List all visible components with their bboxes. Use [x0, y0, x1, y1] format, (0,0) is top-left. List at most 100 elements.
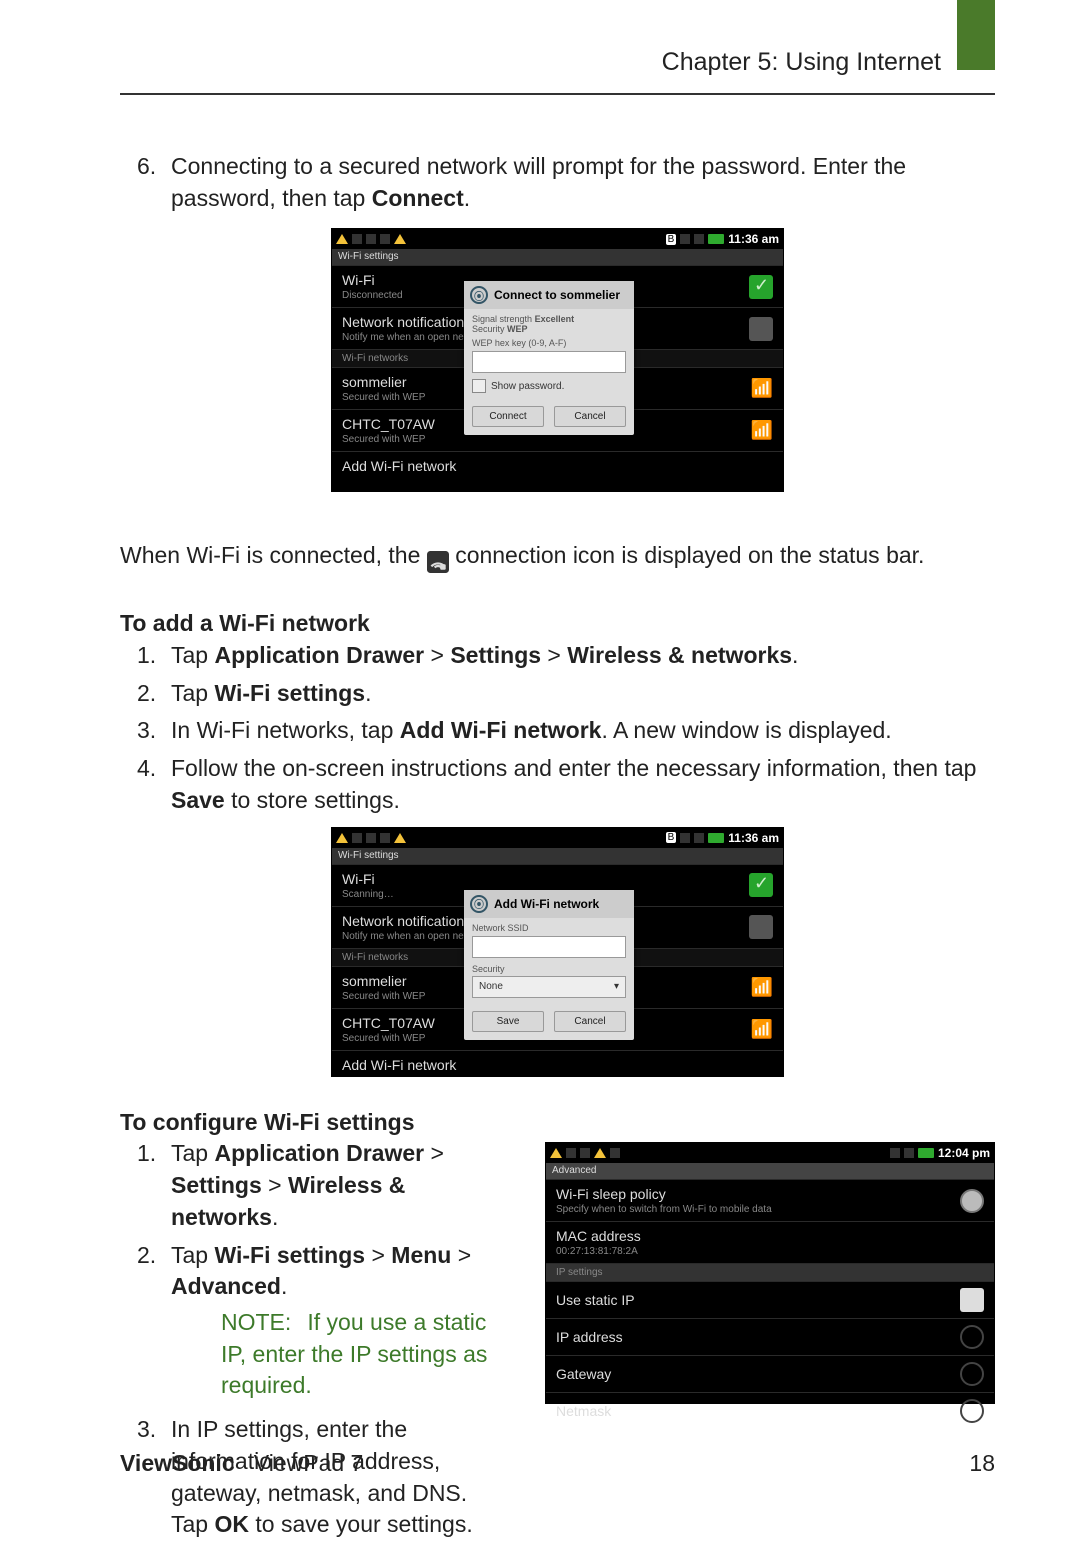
connected-sentence: When Wi-Fi is connected, the connection …	[120, 540, 995, 572]
dialog-title: Add Wi-Fi network	[494, 897, 599, 911]
checkbox-on-icon[interactable]	[749, 275, 773, 299]
step-bold: Connect	[372, 185, 464, 211]
clock: 11:36 am	[728, 831, 779, 845]
show-password-checkbox[interactable]	[472, 379, 486, 393]
more-icon	[960, 1189, 984, 1213]
ssid-input[interactable]	[472, 936, 626, 958]
netmask-row[interactable]: Netmask	[546, 1392, 994, 1429]
add-wifi-row[interactable]: Add Wi-Fi network	[332, 1050, 783, 1079]
warning-icon-2	[594, 1148, 606, 1158]
warning-icon-2	[394, 833, 406, 843]
add-wifi-heading: To add a Wi-Fi network	[120, 608, 995, 640]
add-network-dialog: ⦿ Add Wi-Fi network Network SSID Securit…	[464, 890, 634, 1040]
battery-low-icon	[610, 1148, 620, 1158]
sdcard-icon	[890, 1148, 900, 1158]
sleep-policy-row[interactable]: Wi-Fi sleep policySpecify when to switch…	[546, 1179, 994, 1221]
screen-title: Wi-Fi settings	[332, 848, 783, 864]
save-button[interactable]: Save	[472, 1011, 544, 1032]
use-static-ip-row[interactable]: Use static IP	[546, 1281, 994, 1318]
chapter-title: Chapter 5: Using Internet	[120, 48, 995, 77]
warning-icon	[336, 234, 348, 244]
screenshot-add-network-dialog: B 11:36 am Wi-Fi settings Wi-FiScanning……	[331, 827, 784, 1077]
note-label: NOTE:	[221, 1307, 301, 1339]
clock: 11:36 am	[728, 232, 779, 246]
bluetooth-icon: B	[666, 832, 677, 843]
config-step-2: 2. Tap Wi-Fi settings > Menu > Advanced.…	[137, 1240, 497, 1403]
radio-dim-icon	[960, 1399, 984, 1423]
checkbox-off-icon[interactable]	[960, 1288, 984, 1312]
battery-icon	[708, 833, 724, 843]
status-bar: B 11:36 am	[332, 828, 783, 848]
security-dropdown[interactable]: None ▾	[472, 976, 626, 998]
clock: 12:04 pm	[938, 1146, 990, 1160]
add-step-3: 3. In Wi-Fi networks, tap Add Wi-Fi netw…	[137, 715, 995, 747]
cancel-button[interactable]: Cancel	[554, 406, 626, 427]
status-bar: 12:04 pm	[546, 1143, 994, 1163]
battery-low-icon	[380, 833, 390, 843]
add-wifi-row[interactable]: Add Wi-Fi network	[332, 451, 783, 480]
step-6: 6. Connecting to a secured network will …	[120, 151, 995, 214]
page-footer: ViewSonic ViewPad 7 18	[120, 1450, 995, 1477]
battery-low-icon	[380, 234, 390, 244]
dialog-title-bar: ⦿ Connect to sommelier	[464, 281, 634, 309]
add-step-4: 4. Follow the on-screen instructions and…	[137, 753, 995, 816]
gateway-row[interactable]: Gateway	[546, 1355, 994, 1392]
step-number: 6.	[137, 151, 171, 214]
target-icon: ⦿	[470, 895, 488, 913]
config-step-1: 1. Tap Application Drawer > Settings > W…	[137, 1138, 497, 1233]
warning-icon-2	[394, 234, 406, 244]
wifi-lock-icon: 📶	[751, 977, 773, 998]
footer-product: ViewPad 7	[254, 1450, 364, 1476]
checkbox-off-icon[interactable]	[749, 317, 773, 341]
bluetooth-icon: B	[666, 234, 677, 245]
wifi-lock-icon: 📶	[751, 378, 773, 399]
battery-icon	[708, 234, 724, 244]
speech-icon	[580, 1148, 590, 1158]
footer-brand: ViewSonic	[120, 1450, 235, 1476]
chevron-down-icon: ▾	[614, 981, 619, 992]
screenshot-advanced: 12:04 pm Advanced Wi-Fi sleep policySpec…	[545, 1142, 995, 1404]
speech-icon	[352, 833, 362, 843]
signal-icon	[904, 1148, 914, 1158]
dialog-title: Connect to sommelier	[494, 288, 620, 302]
password-input[interactable]	[472, 351, 626, 373]
speech-icon	[352, 234, 362, 244]
wifi-lock-icon: 📶	[751, 1019, 773, 1040]
add-step-2: 2. Tap Wi-Fi settings.	[137, 678, 995, 710]
checkbox-off-icon[interactable]	[749, 915, 773, 939]
radio-dim-icon	[960, 1362, 984, 1386]
wifi-connected-icon	[427, 550, 449, 572]
ip-address-row[interactable]: IP address	[546, 1318, 994, 1355]
checkbox-on-icon[interactable]	[749, 873, 773, 897]
wifi-lock-icon: 📶	[751, 420, 773, 441]
signal-icon	[694, 234, 704, 244]
configure-heading: To configure Wi-Fi settings	[120, 1107, 995, 1139]
divider	[120, 93, 995, 95]
mail-icon	[366, 234, 376, 244]
page-number: 18	[969, 1450, 995, 1477]
mail-icon	[366, 833, 376, 843]
connect-button[interactable]: Connect	[472, 406, 544, 427]
connect-dialog: ⦿ Connect to sommelier Signal strength E…	[464, 281, 634, 435]
screenshot-connect-dialog: B 11:36 am Wi-Fi settings Wi-FiDisconnec…	[331, 228, 784, 492]
status-bar: B 11:36 am	[332, 229, 783, 249]
screen-title: Wi-Fi settings	[332, 249, 783, 265]
add-step-1: 1. Tap Application Drawer > Settings > W…	[137, 640, 995, 672]
sync-icon	[680, 833, 690, 843]
ip-settings-label: IP settings	[546, 1263, 994, 1281]
sync-icon	[680, 234, 690, 244]
chapter-side-tab	[957, 0, 995, 70]
dialog-title-bar: ⦿ Add Wi-Fi network	[464, 890, 634, 918]
cancel-button[interactable]: Cancel	[554, 1011, 626, 1032]
battery-icon	[918, 1148, 934, 1158]
mail-icon	[566, 1148, 576, 1158]
warning-icon	[550, 1148, 562, 1158]
config-step-3: 3. In IP settings, enter the information…	[137, 1414, 497, 1541]
screen-title: Advanced	[546, 1163, 994, 1179]
show-password-label: Show password.	[491, 381, 564, 392]
step-text: Connecting to a secured network will pro…	[171, 153, 906, 211]
mac-address-row: MAC address00:27:13:81:78:2A	[546, 1221, 994, 1263]
target-icon: ⦿	[470, 286, 488, 304]
radio-dim-icon	[960, 1325, 984, 1349]
warning-icon	[336, 833, 348, 843]
